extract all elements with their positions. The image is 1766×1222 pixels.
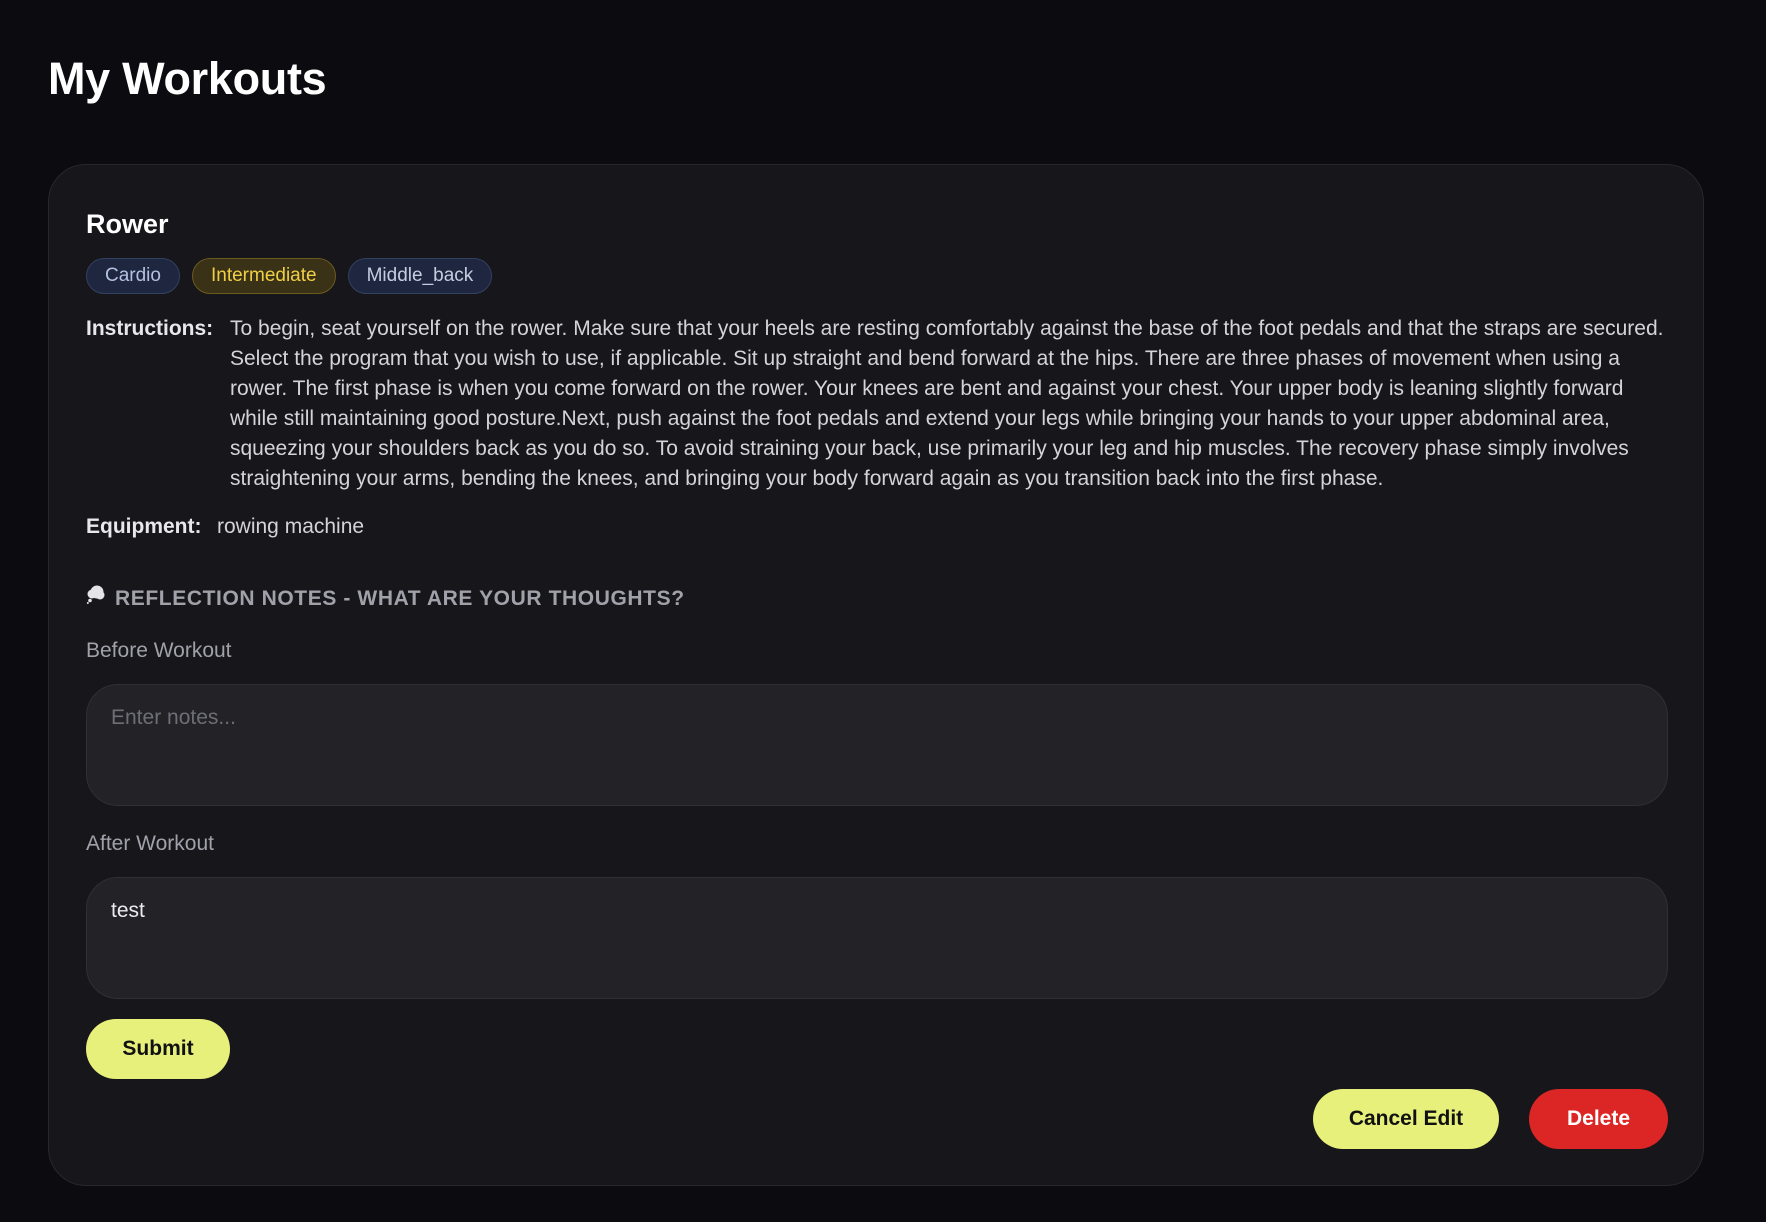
- before-workout-label: Before Workout: [86, 639, 232, 662]
- workout-name: Rower: [86, 209, 169, 239]
- tag-muscle: Middle_back: [347, 258, 493, 294]
- equipment-label: Equipment:: [86, 515, 202, 538]
- instructions-label: Instructions:: [86, 317, 214, 340]
- after-workout-notes-input[interactable]: test: [86, 877, 1668, 999]
- thought-bubble-icon: [86, 584, 108, 614]
- before-workout-notes-input[interactable]: [86, 684, 1668, 806]
- after-workout-label: After Workout: [86, 832, 214, 855]
- tag-type: Cardio: [86, 258, 180, 294]
- cancel-edit-button[interactable]: Cancel Edit: [1313, 1089, 1499, 1149]
- instructions-text: To begin, seat yourself on the rower. Ma…: [230, 317, 1664, 490]
- page-title: My Workouts: [48, 53, 327, 104]
- tag-list: Cardio Intermediate Middle_back: [86, 258, 1666, 294]
- workout-card: Rower Cardio Intermediate Middle_back In…: [48, 164, 1704, 1186]
- tag-level: Intermediate: [191, 258, 336, 294]
- equipment-value: rowing machine: [217, 515, 365, 538]
- delete-button[interactable]: Delete: [1529, 1089, 1668, 1149]
- reflection-heading: REFLECTION NOTES - WHAT ARE YOUR THOUGHT…: [86, 584, 1666, 614]
- instructions-row: Instructions: To begin, seat yourself on…: [86, 314, 1666, 494]
- card-actions: Cancel Edit Delete: [1313, 1089, 1668, 1149]
- reflection-heading-text: REFLECTION NOTES - WHAT ARE YOUR THOUGHT…: [115, 587, 685, 610]
- equipment-row: Equipment: rowing machine: [86, 512, 1666, 542]
- submit-button[interactable]: Submit: [86, 1019, 230, 1079]
- page: My Workouts Rower Cardio Intermediate Mi…: [0, 0, 1766, 1222]
